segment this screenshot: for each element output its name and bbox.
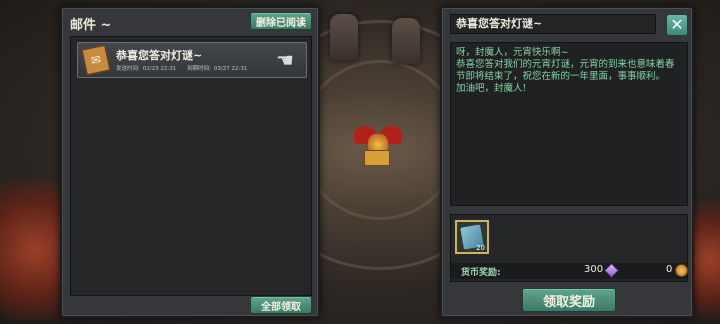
reward-item-quantity: 20 xyxy=(476,244,485,252)
stone-pillar xyxy=(330,14,358,60)
gem-amount: 300 xyxy=(584,264,604,275)
stone-pillar xyxy=(392,18,420,64)
currency-reward-label: 货币奖励: xyxy=(461,268,501,278)
reward-item-slot[interactable]: 20 xyxy=(455,220,489,254)
claim-reward-button[interactable]: 领取奖励 xyxy=(522,288,616,312)
expire-time: 03/27 22:31 xyxy=(213,66,248,72)
reward-section: 20 货币奖励: 300 0 xyxy=(450,214,688,282)
mail-body: 呀，封魔人，元宵快乐啊~ 恭喜您答对我们的元宵灯谜，元宵的到来也意味着春节即将结… xyxy=(450,42,688,206)
mail-body-line: 加油吧，封魔人! xyxy=(456,83,527,94)
sent-time: 02/23 22:31 xyxy=(142,66,177,72)
close-button[interactable]: ✕ xyxy=(666,14,688,36)
claim-all-button[interactable]: 全部领取 xyxy=(250,296,312,314)
mail-subject: 恭喜您答对灯谜~ xyxy=(116,49,203,62)
coin-amount: 0 xyxy=(666,264,673,275)
mail-detail-title: 恭喜您答对灯谜~ xyxy=(450,14,656,34)
mail-list-panel: 邮件 ~ 删除已阅读 ✉ 恭喜您答对灯谜~ 发送时间: 02/23 22:31 到… xyxy=(60,6,320,318)
mail-body-line: 恭喜您答对我们的元宵灯谜，元宵的到来也意味着春节即将结束了，祝您在新的一年里面，… xyxy=(456,59,675,82)
currency-reward-row: 货币奖励: 300 0 xyxy=(451,263,688,279)
sent-time-label: 发送时间: xyxy=(116,66,140,72)
coin-icon xyxy=(675,264,688,277)
mail-detail-panel: 恭喜您答对灯谜~ ✕ 呀，封魔人，元宵快乐啊~ 恭喜您答对我们的元宵灯谜，元宵的… xyxy=(440,6,694,318)
expire-time-label: 到期时间: xyxy=(187,66,211,72)
mail-body-line: 呀，封魔人，元宵快乐啊~ xyxy=(456,47,569,58)
mail-list: ✉ 恭喜您答对灯谜~ 发送时间: 02/23 22:31 到期时间: 03/27 2… xyxy=(70,36,312,296)
delete-read-button[interactable]: 删除已阅读 xyxy=(250,12,312,30)
player-character xyxy=(352,118,402,170)
gem-icon xyxy=(604,263,619,278)
mail-list-item[interactable]: ✉ 恭喜您答对灯谜~ 发送时间: 02/23 22:31 到期时间: 03/27 2… xyxy=(77,42,307,78)
mail-scroll-icon: ✉ xyxy=(81,44,111,76)
lava-glow xyxy=(690,200,720,320)
claim-hand-icon: ☚ xyxy=(276,48,294,72)
mail-panel-title: 邮件 ~ xyxy=(70,18,112,33)
mail-timestamps: 发送时间: 02/23 22:31 到期时间: 03/27 22:31 xyxy=(116,64,250,72)
